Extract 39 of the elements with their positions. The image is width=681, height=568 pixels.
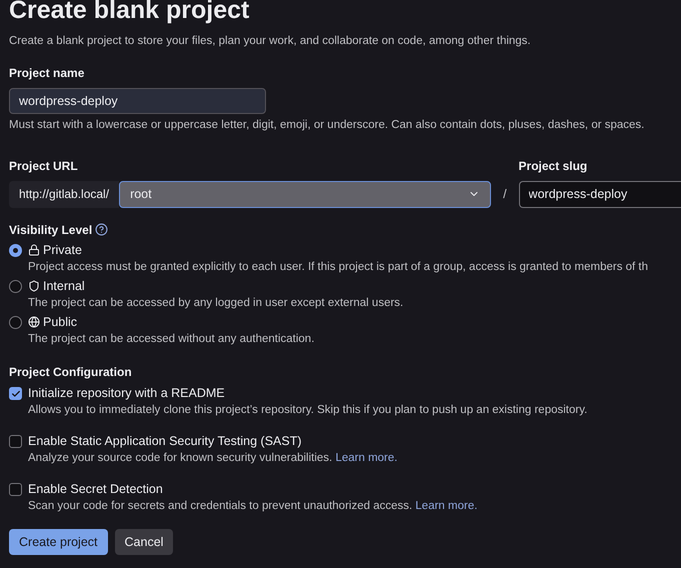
radio-label: Private bbox=[43, 242, 82, 258]
lock-icon bbox=[28, 244, 40, 256]
option-description: Analyze your source code for known security vulnerabilities. bbox=[28, 452, 332, 464]
option-description: The project can be accessed without any authentication. bbox=[28, 332, 314, 346]
radio-button[interactable] bbox=[9, 244, 22, 256]
checkbox[interactable] bbox=[9, 435, 22, 448]
option-description: Scan your code for secrets and credentials to prevent unauthorized access. bbox=[28, 500, 412, 512]
checkbox[interactable] bbox=[9, 483, 22, 496]
field-label: Project slug bbox=[518, 158, 588, 174]
option-description: Allows you to immediately clone this project’s repository. Skip this if you plan to push up an existing repository. bbox=[28, 404, 588, 416]
radio-label: Public bbox=[43, 314, 78, 330]
section-label: Project Configuration bbox=[9, 364, 132, 380]
option-description: Project access must be granted explicitly to each user. If this project is part of a group, access is granted to members of th bbox=[28, 260, 648, 274]
url-prefix: http://gitlab.local/ bbox=[9, 180, 120, 208]
radio-button[interactable] bbox=[9, 280, 22, 292]
create-project-button[interactable]: Create project bbox=[9, 529, 108, 556]
checkbox-label: Initialize repository with a README bbox=[28, 385, 226, 402]
help-icon[interactable] bbox=[95, 223, 108, 236]
help-text: Must start with a lowercase or uppercase letter, digit, emoji, or underscore. Can also contain dots, pluses, dashes, or spaces. bbox=[9, 118, 646, 134]
project-name-field[interactable]: wordpress-deploy bbox=[9, 88, 266, 114]
cancel-button[interactable]: Cancel bbox=[114, 529, 174, 556]
page-description: Create a blank project to store your files, plan your work, and collaborate on code, among other things. bbox=[9, 34, 532, 49]
namespace-dropdown[interactable]: root bbox=[119, 180, 492, 208]
field-label: Project URL bbox=[9, 158, 78, 174]
option-description: The project can be accessed by any logged in user except external users. bbox=[28, 296, 404, 310]
url-separator: / bbox=[503, 186, 507, 203]
checkbox[interactable] bbox=[9, 387, 22, 400]
radio-label: Internal bbox=[43, 278, 85, 294]
radio-button[interactable] bbox=[9, 316, 22, 328]
checkbox-label: Enable Secret Detection bbox=[28, 481, 164, 498]
shield-icon bbox=[28, 280, 40, 292]
learn-more-link[interactable]: Learn more. bbox=[415, 500, 478, 512]
field-label: Project name bbox=[9, 65, 84, 82]
page-title: Create blank project bbox=[9, 0, 250, 23]
field-label: Visibility Level bbox=[9, 222, 92, 238]
learn-more-link[interactable]: Learn more. bbox=[335, 452, 398, 464]
checkbox-label: Enable Static Application Security Testing (SAST) bbox=[28, 433, 303, 450]
globe-icon bbox=[28, 316, 40, 328]
project-slug-field[interactable]: wordpress-deploy bbox=[518, 180, 681, 208]
